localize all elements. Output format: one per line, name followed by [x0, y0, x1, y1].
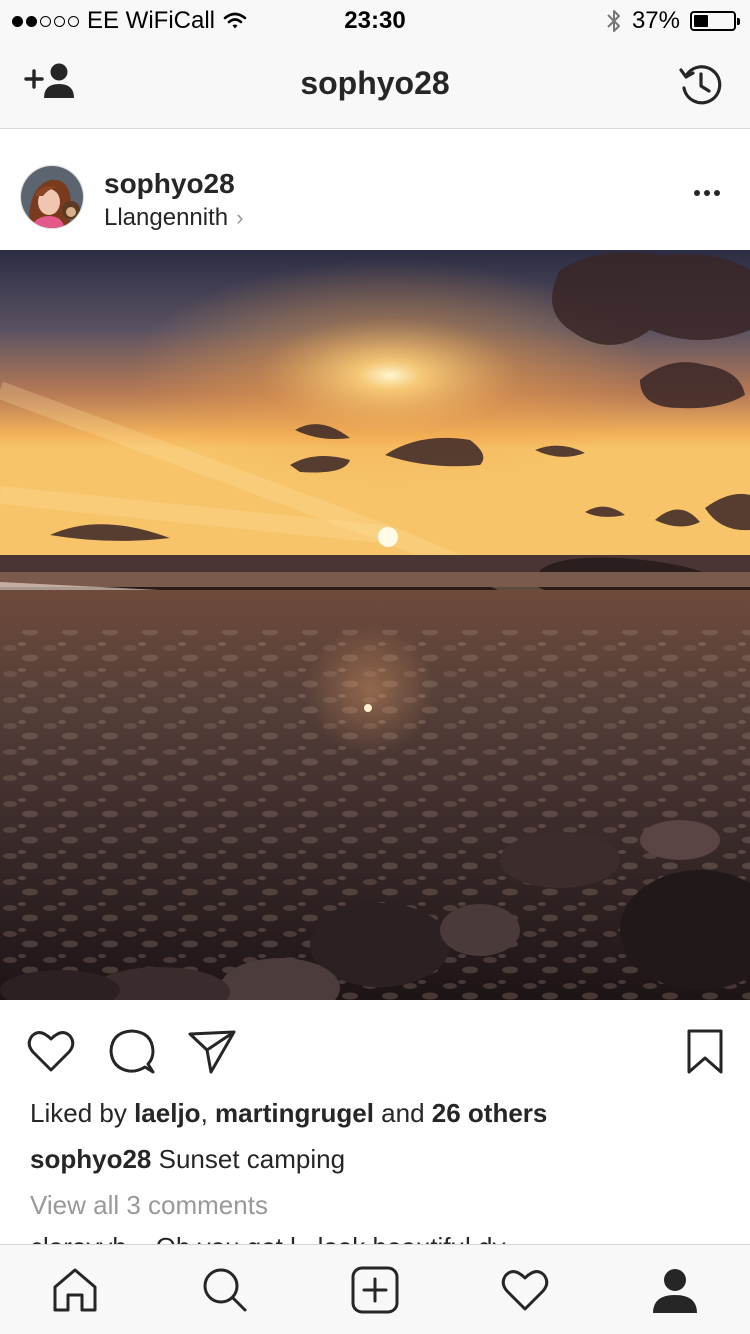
likes-and: and	[373, 1098, 432, 1128]
status-bar: EE WiFiCall 23:30 37%	[0, 0, 750, 40]
share-send-icon[interactable]	[187, 1026, 237, 1076]
status-right: 37%	[606, 7, 740, 35]
liked-user-link[interactable]: laeljo	[134, 1098, 200, 1128]
likes-separator: ,	[200, 1098, 216, 1128]
profile-username-title: sophyo28	[300, 65, 450, 101]
comment-icon[interactable]	[107, 1026, 157, 1076]
location-label: Llangennith	[104, 204, 229, 231]
new-post-icon[interactable]	[350, 1265, 400, 1315]
battery-percent: 37%	[631, 7, 680, 34]
caption-username[interactable]: sophyo28	[30, 1144, 151, 1174]
post-location[interactable]: Llangennith ›	[104, 204, 243, 232]
post-header: sophyo28 Llangennith ›	[0, 130, 750, 250]
likes-others-link[interactable]: 26 others	[432, 1098, 548, 1128]
battery-level	[694, 15, 709, 27]
post-photo[interactable]	[0, 250, 750, 1000]
chevron-right-icon: ›	[236, 205, 244, 230]
bluetooth-icon	[607, 10, 620, 32]
post-actions	[0, 1000, 750, 1096]
like-heart-icon[interactable]	[26, 1026, 76, 1076]
search-icon[interactable]	[200, 1265, 250, 1315]
likes-prefix: Liked by	[30, 1098, 135, 1128]
more-options-icon[interactable]	[694, 190, 720, 196]
view-comments-link[interactable]: View all 3 comments	[30, 1190, 268, 1221]
home-icon[interactable]	[50, 1265, 100, 1315]
post-username[interactable]: sophyo28	[104, 168, 235, 200]
activity-heart-icon[interactable]	[500, 1265, 550, 1315]
bottom-tab-bar	[0, 1244, 750, 1334]
liked-user-link[interactable]: martingrugel	[215, 1098, 374, 1128]
profile-icon[interactable]	[650, 1265, 700, 1315]
likes-line: Liked by laeljo, martingrugel and 26 oth…	[30, 1098, 547, 1129]
caption-text: Sunset camping	[151, 1144, 346, 1174]
history-icon[interactable]	[678, 62, 724, 108]
caption: sophyo28 Sunset camping	[30, 1144, 345, 1175]
bookmark-icon[interactable]	[680, 1026, 730, 1076]
partial-comment: claroyyb... Oh you get l.. look beautifu…	[30, 1232, 525, 1244]
battery-icon	[690, 11, 740, 31]
avatar[interactable]	[20, 165, 84, 229]
top-nav: sophyo28	[0, 40, 750, 129]
